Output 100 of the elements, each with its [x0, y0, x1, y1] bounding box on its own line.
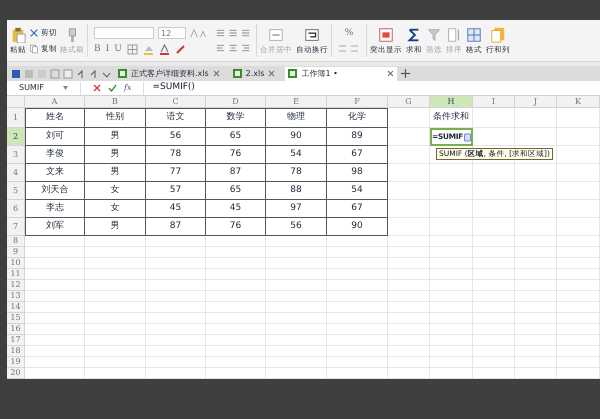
close-icon[interactable]: [268, 70, 276, 77]
empty-cell: [388, 357, 430, 368]
row-header[interactable]: 17: [7, 335, 25, 346]
column-header[interactable]: C: [146, 96, 206, 107]
table-cell: 刘可: [25, 128, 85, 146]
row-header[interactable]: 13: [7, 291, 25, 302]
font-style-button[interactable]: I: [106, 44, 110, 54]
empty-cell: [327, 236, 388, 247]
font-size-field[interactable]: 12: [158, 26, 186, 38]
empty-cell: [557, 324, 600, 335]
row-header[interactable]: 20: [7, 368, 25, 379]
row-header[interactable]: 9: [7, 247, 25, 258]
align-icon[interactable]: [216, 44, 252, 52]
close-icon[interactable]: [212, 70, 220, 77]
row-header[interactable]: 6: [7, 200, 25, 218]
empty-cell: [266, 368, 327, 379]
row-header[interactable]: 5: [7, 182, 25, 200]
empty-cell: [430, 269, 473, 280]
empty-cell: [206, 247, 266, 258]
column-header[interactable]: D: [206, 96, 266, 107]
empty-cell: [388, 280, 430, 291]
table-cell: 男: [85, 164, 146, 182]
empty-cell: [388, 324, 430, 335]
empty-cell: [557, 346, 600, 357]
row-header[interactable]: 11: [7, 269, 25, 280]
empty-cell: [85, 313, 146, 324]
row-header[interactable]: 8: [7, 236, 25, 247]
column-header[interactable]: J: [515, 96, 557, 107]
empty-cell: [473, 218, 515, 236]
confirm-icon[interactable]: [108, 84, 117, 92]
empty-cell: [473, 324, 515, 335]
empty-cell: [266, 313, 327, 324]
table-cell: 文来: [25, 164, 85, 182]
row-header[interactable]: 14: [7, 302, 25, 313]
align-icon[interactable]: [216, 29, 252, 37]
font-color-icon[interactable]: [158, 44, 170, 54]
row-header[interactable]: 16: [7, 324, 25, 335]
font-style-button[interactable]: U: [114, 44, 122, 54]
fill-color-icon[interactable]: [142, 44, 154, 54]
empty-cell: [515, 357, 557, 368]
row-header[interactable]: 10: [7, 258, 25, 269]
row-header[interactable]: 18: [7, 346, 25, 357]
empty-cell: [557, 357, 600, 368]
empty-cell: [557, 128, 600, 146]
empty-cell: [85, 236, 146, 247]
row-header[interactable]: 2: [7, 128, 25, 146]
row-header[interactable]: 15: [7, 313, 25, 324]
row-header[interactable]: 4: [7, 164, 25, 182]
empty-cell: [473, 258, 515, 269]
empty-cell: [430, 335, 473, 346]
grow-font-icon[interactable]: [190, 26, 208, 38]
row-header[interactable]: 7: [7, 218, 25, 236]
empty-cell: [206, 368, 266, 379]
column-header[interactable]: B: [85, 96, 146, 107]
border-icon[interactable]: [126, 44, 138, 54]
cancel-icon[interactable]: [93, 84, 101, 92]
empty-cell: [430, 164, 473, 182]
column-header[interactable]: H: [430, 96, 473, 107]
font-name-field[interactable]: [94, 26, 154, 38]
empty-cell: [430, 324, 473, 335]
font-style-button[interactable]: B: [94, 44, 101, 54]
add-tab-icon[interactable]: [401, 69, 410, 78]
name-box[interactable]: SUMIF: [7, 82, 81, 94]
row-header[interactable]: 1: [7, 108, 25, 128]
row-header[interactable]: 3: [7, 146, 25, 164]
empty-cell: [430, 236, 473, 247]
quick-access-icons[interactable]: [11, 68, 111, 78]
empty-cell: [473, 357, 515, 368]
empty-cell: [146, 313, 206, 324]
empty-cell: [206, 291, 266, 302]
empty-cell: [515, 200, 557, 218]
table-cell: 李志: [25, 200, 85, 218]
close-icon[interactable]: [387, 70, 394, 77]
column-header[interactable]: I: [473, 96, 515, 107]
empty-cell: [473, 302, 515, 313]
empty-cell: [206, 258, 266, 269]
column-header[interactable]: F: [327, 96, 388, 107]
empty-cell: [557, 247, 600, 258]
empty-cell: [206, 346, 266, 357]
empty-cell: [557, 291, 600, 302]
row-header[interactable]: 19: [7, 357, 25, 368]
empty-cell: [327, 368, 388, 379]
empty-cell: [515, 313, 557, 324]
percent-button[interactable]: %: [338, 28, 360, 38]
empty-cell: [146, 258, 206, 269]
file-tab[interactable]: 工作簿1 •: [285, 66, 398, 80]
formula-field[interactable]: =SUMIF(): [143, 82, 600, 94]
empty-cell: [557, 302, 600, 313]
column-header[interactable]: A: [25, 96, 85, 107]
dropdown-icon[interactable]: [63, 86, 68, 90]
empty-cell: [146, 346, 206, 357]
column-header[interactable]: E: [266, 96, 327, 107]
empty-cell: [430, 200, 473, 218]
empty-cell: [266, 258, 327, 269]
empty-cell: [430, 346, 473, 357]
cell-name: SUMIF: [19, 82, 44, 94]
empty-cell: [430, 302, 473, 313]
row-header[interactable]: 12: [7, 280, 25, 291]
function-button[interactable]: fx: [124, 84, 132, 92]
column-header[interactable]: K: [557, 96, 600, 107]
